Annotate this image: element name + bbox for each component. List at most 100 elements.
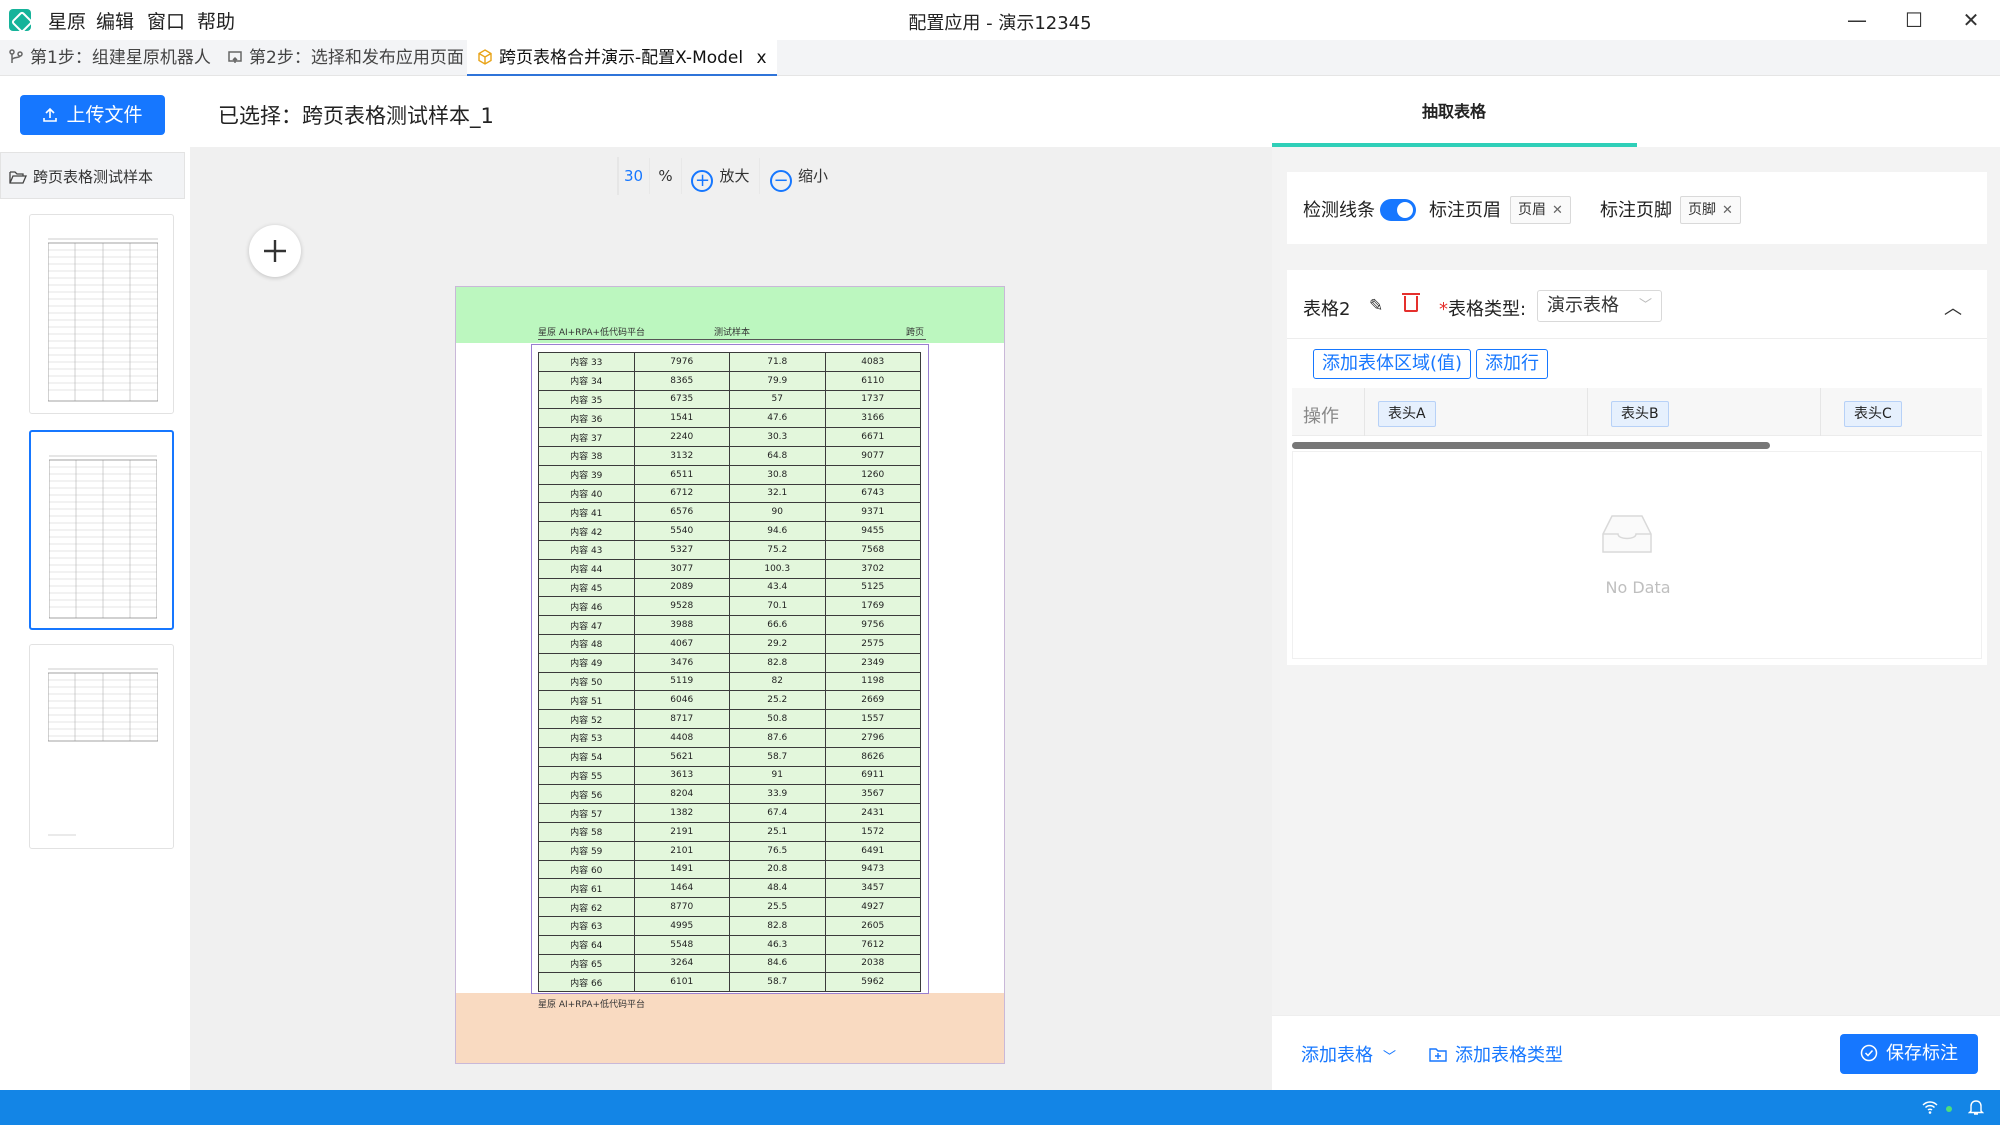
table-cell: 9077 <box>824 445 921 466</box>
table-cell: 内容 48 <box>538 633 635 654</box>
zoom-unit: % <box>650 158 682 194</box>
add-body-region-button[interactable]: 添加表体区域(值) <box>1313 349 1472 379</box>
table-cell: 58.7 <box>729 746 826 767</box>
wifi-icon <box>1922 1101 1938 1114</box>
save-annotation-button[interactable]: 保存标注 <box>1840 1034 1978 1074</box>
doc-header-left: 星原 AI+RPA+低代码平台 <box>538 328 646 338</box>
add-table-button[interactable]: 添加表格 ﹀ <box>1301 1041 1396 1067</box>
add-region-fab[interactable] <box>249 225 301 277</box>
horizontal-scrollbar[interactable] <box>1292 442 1770 449</box>
zoom-in-button[interactable]: + 放大 <box>682 158 760 194</box>
zoom-in-label: 放大 <box>719 167 750 185</box>
table-cell: 50.8 <box>729 709 826 729</box>
footer-tag-close-icon[interactable]: ✕ <box>1722 203 1733 218</box>
add-row-button[interactable]: 添加行 <box>1476 349 1548 379</box>
column-header-c[interactable]: 表头C <box>1844 401 1902 427</box>
table-row: 内容 51 6046 25.2 2669 <box>538 690 921 711</box>
table-cell: 8770 <box>633 897 730 917</box>
table-cell: 46.3 <box>729 934 826 955</box>
tab-step2-label: 第2步：选择和发布应用页面 <box>249 48 464 68</box>
table-cell: 2669 <box>824 690 921 711</box>
tab-extract-table[interactable]: 抽取表格 <box>1422 98 1486 122</box>
table-cell: 57 <box>729 389 826 410</box>
table-cell: 4927 <box>824 897 921 917</box>
file-tree: 跨页表格测试样本 <box>0 152 185 199</box>
card-divider <box>1287 338 1987 339</box>
table-cell: 6046 <box>633 690 730 711</box>
table-cell: 7976 <box>633 352 730 372</box>
column-header-row: 操作 表头A 表头B 表头C <box>1292 388 1982 436</box>
file-tree-item[interactable]: 跨页表格测试样本 <box>9 166 153 187</box>
table-cell: 内容 33 <box>538 352 635 372</box>
status-dot <box>1946 1106 1952 1112</box>
table-type-label: *表格类型: <box>1439 295 1526 321</box>
page-thumbnail-3[interactable] <box>29 644 174 849</box>
table-cell: 6491 <box>824 840 921 861</box>
table-row: 内容 65 3264 84.6 2038 <box>538 953 921 974</box>
table-cell: 7612 <box>824 934 921 955</box>
table-cell: 100.3 <box>729 558 826 579</box>
close-window-button[interactable]: ✕ <box>1953 6 1989 34</box>
header-rule <box>538 339 926 340</box>
header-tag-label: 页眉 <box>1518 202 1546 218</box>
table-row: 内容 33 7976 71.8 4083 <box>538 352 921 372</box>
table-cell: 内容 46 <box>538 596 635 617</box>
mark-header-label: 标注页眉 <box>1429 200 1501 221</box>
tab-close-icon[interactable]: x <box>757 48 767 68</box>
table-row: 内容 61 1464 48.4 3457 <box>538 878 921 899</box>
add-table-type-button[interactable]: 添加表格类型 <box>1429 1041 1563 1067</box>
table-cell: 内容 52 <box>538 709 635 729</box>
zoom-out-button[interactable]: − 缩小 <box>760 158 838 194</box>
column-header-a[interactable]: 表头A <box>1378 401 1436 427</box>
thumbnail-preview <box>49 455 157 619</box>
table-cell: 6911 <box>824 765 921 786</box>
footer-tag[interactable]: 页脚 ✕ <box>1680 196 1741 224</box>
detect-lines-toggle[interactable] <box>1380 199 1416 221</box>
table-cell: 9756 <box>824 615 921 635</box>
tab-bar: 第1步：组建星原机器人 第2步：选择和发布应用页面 跨页表格合并演示-配置X-M… <box>0 40 2000 76</box>
page-thumbnail-1[interactable] <box>29 214 174 414</box>
thumbnail-preview <box>48 238 158 402</box>
table-row: 内容 42 5540 94.6 9455 <box>538 521 921 541</box>
chevron-up-icon[interactable]: ︿ <box>1944 294 1962 320</box>
table-cell: 79.9 <box>729 370 826 391</box>
page-thumbnail-2[interactable] <box>29 430 174 630</box>
delete-icon[interactable] <box>1402 293 1420 312</box>
table-cell: 5327 <box>633 539 730 560</box>
header-tag[interactable]: 页眉 ✕ <box>1510 196 1571 224</box>
minimize-button[interactable]: — <box>1839 6 1875 34</box>
table-row: 内容 38 3132 64.8 9077 <box>538 445 921 466</box>
cube-icon <box>478 49 492 65</box>
table-cell: 2101 <box>633 840 730 861</box>
upload-file-button[interactable]: 上传文件 <box>20 95 165 135</box>
zoom-in-icon: + <box>691 170 714 192</box>
table-cell: 6110 <box>824 370 921 391</box>
table-cell: 2349 <box>824 652 921 673</box>
column-header-b[interactable]: 表头B <box>1611 401 1669 427</box>
table-cell: 内容 65 <box>538 953 635 974</box>
table-cell: 1769 <box>824 596 921 617</box>
table-cell: 内容 41 <box>538 502 635 523</box>
table-cell: 30.3 <box>729 427 826 447</box>
maximize-button[interactable]: ☐ <box>1896 6 1932 34</box>
table-cell: 2089 <box>633 577 730 598</box>
table-cell: 内容 47 <box>538 615 635 635</box>
table-cell: 2431 <box>824 803 921 823</box>
tab-config-xmodel[interactable]: 跨页表格合并演示-配置X-Model x <box>467 40 777 76</box>
table-cell: 内容 49 <box>538 652 635 673</box>
check-circle-icon <box>1860 1044 1878 1062</box>
table-cell: 33.9 <box>729 784 826 805</box>
table-cell: 4995 <box>633 915 730 936</box>
tab-step2[interactable]: 第2步：选择和发布应用页面 <box>227 40 464 76</box>
bell-icon[interactable] <box>1968 1098 1984 1116</box>
table-cell: 67.4 <box>729 803 826 823</box>
zoom-value[interactable]: 30 <box>618 158 650 194</box>
table-cell: 6712 <box>633 483 730 504</box>
tab-step1[interactable]: 第1步：组建星原机器人 <box>8 40 211 76</box>
document-page[interactable]: 星原 AI+RPA+低代码平台 测试样本 跨页 内容 33 7976 71.8 408… <box>455 286 1005 1064</box>
table-row: 内容 58 2191 25.1 1572 <box>538 821 921 842</box>
column-divider <box>1587 388 1588 436</box>
header-tag-close-icon[interactable]: ✕ <box>1552 203 1563 218</box>
edit-icon[interactable]: ✎ <box>1369 296 1383 316</box>
table-type-select[interactable]: 演示表格 ﹀ <box>1537 290 1662 322</box>
